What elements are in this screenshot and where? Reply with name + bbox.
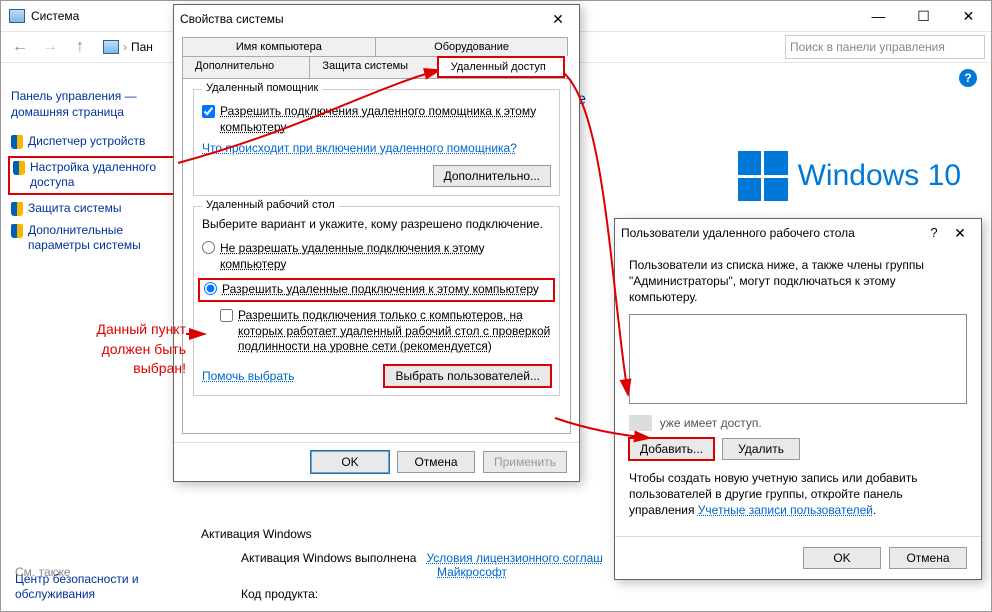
group-caption: Выберите вариант и укажите, кому разреше… [202,217,551,231]
minimize-button[interactable]: ― [856,1,901,31]
remote-users-dialog: Пользователи удаленного рабочего стола ?… [614,218,982,580]
product-code-label: Код продукта: [241,587,318,601]
shield-icon [13,161,25,175]
window-controls: ― ☐ ✕ [856,1,991,31]
group-legend: Удаленный помощник [202,82,322,94]
cancel-button[interactable]: Отмена [397,451,475,473]
sidebar-item-remote-settings[interactable]: Настройка удаленного доступа [8,156,176,195]
nla-checkbox[interactable]: Разрешить подключения только с компьютер… [220,308,551,355]
group-legend: Удаленный рабочий стол [202,199,339,211]
radio-allow-remote[interactable]: Разрешить удаленные подключения к этому … [204,282,549,298]
up-button[interactable]: ↑ [67,34,93,60]
assistance-advanced-button[interactable]: Дополнительно... [433,165,551,187]
sidebar-item-system-protection[interactable]: Защита системы [11,201,176,217]
sysprops-titlebar: Свойства системы ✕ [174,5,579,33]
search-input[interactable]: Поиск в панели управления [785,35,985,59]
rusers-footer: Чтобы создать новую учетную запись или д… [629,470,967,519]
rusers-cancel-button[interactable]: Отмена [889,547,967,569]
tab-advanced[interactable]: Дополнительно [182,56,310,78]
user-accounts-link[interactable]: Учетные записи пользователей [698,503,873,517]
tab-protection[interactable]: Защита системы [309,56,437,78]
window-title: Система [31,9,79,23]
apply-button[interactable]: Применить [483,451,567,473]
radio-deny-remote[interactable]: Не разрешать удаленные подключения к это… [202,241,551,272]
remote-assistance-group: Удаленный помощник Разрешить подключения… [193,89,560,196]
help-icon[interactable]: ? [959,69,977,87]
tab-remote-body: Удаленный помощник Разрешить подключения… [182,78,571,434]
license-link-2[interactable]: Майкрософт [437,565,507,579]
forward-button[interactable]: → [37,34,63,60]
sysprops-close-button[interactable]: ✕ [543,8,573,30]
shield-icon [11,202,23,216]
system-icon [9,9,25,23]
annotation-text: Данный пункт должен быть выбран! [56,320,186,379]
sidebar: Панель управления — домашняя страница Ди… [11,89,176,260]
activation-status: Активация Windows выполнена Условия лице… [241,551,603,565]
windows10-logo: Windows 10 [738,151,961,201]
windows-icon [738,151,788,201]
activation-section-label: Активация Windows [201,527,312,541]
remote-desktop-group: Удаленный рабочий стол Выберите вариант … [193,206,560,396]
rusers-close-button[interactable]: ✕ [945,222,975,244]
help-choose-link[interactable]: Помочь выбрать [202,369,295,383]
shield-icon [11,224,23,238]
assistance-help-link[interactable]: Что происходит при включении удаленного … [202,141,517,155]
ok-button[interactable]: OK [311,451,389,473]
tab-hardware[interactable]: Оборудование [375,37,569,56]
breadcrumb: Пан [131,40,153,54]
system-properties-dialog: Свойства системы ✕ Имя компьютера Оборуд… [173,4,580,482]
users-listbox[interactable] [629,314,967,404]
remove-user-button[interactable]: Удалить [722,438,800,460]
back-button[interactable]: ← [7,34,33,60]
shield-icon [11,135,23,149]
already-has-access: уже имеет доступ. [629,416,967,430]
rusers-ok-button[interactable]: OK [803,547,881,569]
cp-home-link[interactable]: Панель управления — домашняя страница [11,89,176,120]
computer-icon [103,40,119,54]
allow-assistance-checkbox[interactable]: Разрешить подключения удаленного помощни… [202,104,551,135]
sidebar-item-device-manager[interactable]: Диспетчер устройств [11,134,176,150]
sysprops-tabs: Имя компьютера Оборудование Дополнительн… [174,33,579,78]
rusers-buttons: OK Отмена [615,536,981,579]
rusers-intro: Пользователи из списка ниже, а также чле… [629,257,967,306]
maximize-button[interactable]: ☐ [901,1,946,31]
close-button[interactable]: ✕ [946,1,991,31]
sysprops-title: Свойства системы [180,12,284,26]
add-user-button[interactable]: Добавить... [629,438,714,460]
tab-remote[interactable]: Удаленный доступ [437,56,565,78]
rusers-help-button[interactable]: ? [923,222,945,242]
rusers-titlebar: Пользователи удаленного рабочего стола ?… [615,219,981,247]
tab-computer-name[interactable]: Имя компьютера [182,37,376,56]
sysprops-buttons: OK Отмена Применить [174,442,579,481]
license-link[interactable]: Условия лицензионного соглаш [426,551,602,565]
address-bar[interactable]: › Пан [97,37,159,57]
security-center-link[interactable]: Центр безопасности и обслуживания [15,572,175,603]
sidebar-item-advanced-settings[interactable]: Дополнительные параметры системы [11,223,176,254]
select-users-button[interactable]: Выбрать пользователей... [384,365,551,387]
rusers-title: Пользователи удаленного рабочего стола [621,226,855,240]
